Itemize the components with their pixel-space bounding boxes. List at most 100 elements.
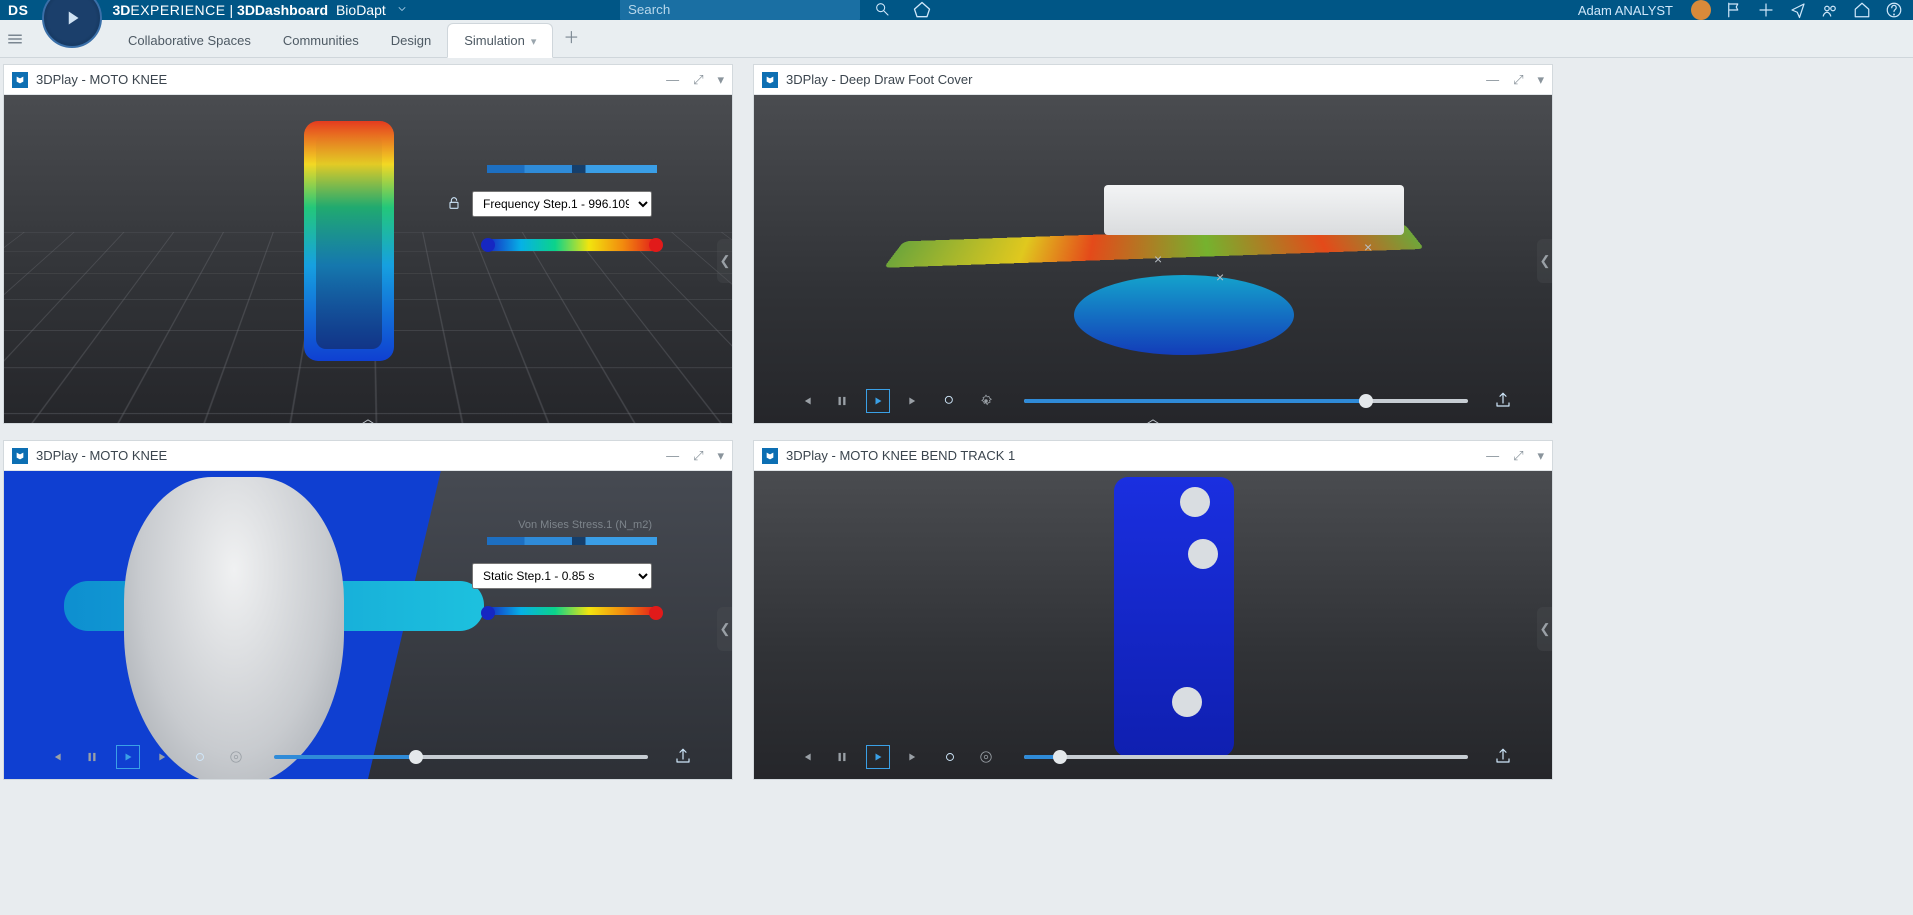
panel-menu-button[interactable]: ▾ <box>1537 72 1544 88</box>
expand-button[interactable]: ⤢ <box>693 72 703 88</box>
app-icon <box>762 72 778 88</box>
panel-moto-knee-bend: 3DPlay - MOTO KNEE BEND TRACK 1 — ⤢ ▾ <box>753 440 1553 780</box>
marker-x: × <box>1154 251 1162 267</box>
skip-forward-button[interactable] <box>902 745 926 769</box>
home-icon[interactable] <box>1853 1 1871 19</box>
pause-button[interactable] <box>830 745 854 769</box>
avatar[interactable] <box>1691 0 1711 20</box>
skip-back-button[interactable] <box>794 389 818 413</box>
bottom-handle[interactable]: ︿ <box>346 410 390 423</box>
side-handle[interactable]: ❮ <box>1537 607 1552 651</box>
expand-button[interactable]: ⤢ <box>1513 448 1523 464</box>
chevron-down-icon[interactable] <box>396 2 408 18</box>
search-icon[interactable] <box>874 1 890 20</box>
play-button[interactable] <box>866 389 890 413</box>
tab-collaborative-spaces[interactable]: Collaborative Spaces <box>112 24 267 57</box>
brand-title: 3DEXPERIENCE | 3DDashboard BioDapt <box>112 2 407 18</box>
timeline-track[interactable] <box>1024 755 1468 759</box>
pause-button[interactable] <box>830 389 854 413</box>
viewport[interactable]: ❮ <box>754 471 1552 779</box>
playback-bar <box>794 745 1512 769</box>
project-name[interactable]: BioDapt <box>336 2 386 18</box>
app-icon <box>12 72 28 88</box>
settings-button[interactable] <box>974 745 998 769</box>
segment-bar[interactable] <box>487 165 657 173</box>
minimize-button[interactable]: — <box>666 448 679 464</box>
tab-bar: Collaborative Spaces Communities Design … <box>0 20 1913 58</box>
side-handle[interactable]: ❮ <box>1537 239 1552 283</box>
user-name[interactable]: Adam ANALYST <box>1578 3 1673 18</box>
menu-icon[interactable] <box>6 30 24 51</box>
header-right: Adam ANALYST <box>1578 0 1903 20</box>
plus-icon[interactable] <box>1757 1 1775 19</box>
tab-design[interactable]: Design <box>375 24 447 57</box>
chevron-down-icon[interactable]: ▾ <box>531 36 537 48</box>
skip-back-button[interactable] <box>44 745 68 769</box>
panel-header: 3DPlay - Deep Draw Foot Cover — ⤢ ▾ <box>754 65 1552 95</box>
sim-result-label: Von Mises Stress.1 (N_m2) <box>518 519 652 531</box>
help-icon[interactable] <box>1885 1 1903 19</box>
settings-button[interactable] <box>224 745 248 769</box>
loop-button[interactable] <box>938 745 962 769</box>
viewport[interactable]: Von Mises Stress.1 (N_m2) Static Step.1 … <box>4 471 732 779</box>
export-button[interactable] <box>1494 747 1512 768</box>
loop-button[interactable] <box>188 745 212 769</box>
segment-bar[interactable] <box>487 537 657 545</box>
panel-title: 3DPlay - MOTO KNEE BEND TRACK 1 <box>786 448 1015 463</box>
color-legend[interactable] <box>487 607 657 615</box>
timeline-track[interactable] <box>274 755 648 759</box>
minimize-button[interactable]: — <box>1486 448 1499 464</box>
lock-icon[interactable] <box>446 195 462 214</box>
step-select[interactable]: Frequency Step.1 - 996.109 Hz <box>472 191 652 217</box>
side-handle[interactable]: ❮ <box>717 239 732 283</box>
panel-title: 3DPlay - MOTO KNEE <box>36 72 167 87</box>
skip-forward-button[interactable] <box>902 389 926 413</box>
color-legend[interactable] <box>487 239 657 251</box>
playback-bar <box>44 745 692 769</box>
settings-button[interactable] <box>974 389 998 413</box>
panel-menu-button[interactable]: ▾ <box>1537 448 1544 464</box>
panel-menu-button[interactable]: ▾ <box>717 448 724 464</box>
tab-simulation[interactable]: Simulation▾ <box>447 23 553 58</box>
play-button[interactable] <box>116 745 140 769</box>
export-button[interactable] <box>1494 391 1512 412</box>
ds-logo: DS <box>8 2 28 18</box>
sim-legend: Static Step.1 - 0.85 s <box>472 537 672 615</box>
skip-forward-button[interactable] <box>152 745 176 769</box>
viewport[interactable]: Frequency Step.1 - 996.109 Hz ❮ ︿ <box>4 95 732 423</box>
timeline-track[interactable] <box>1024 399 1468 403</box>
side-handle[interactable]: ❮ <box>717 607 732 651</box>
flag-icon[interactable] <box>1725 1 1743 19</box>
panel-header: 3DPlay - MOTO KNEE — ⤢ ▾ <box>4 65 732 95</box>
share-icon[interactable] <box>1789 1 1807 19</box>
panel-title: 3DPlay - MOTO KNEE <box>36 448 167 463</box>
pause-button[interactable] <box>80 745 104 769</box>
model-patella <box>124 477 344 779</box>
community-icon[interactable] <box>1821 1 1839 19</box>
panel-header: 3DPlay - MOTO KNEE — ⤢ ▾ <box>4 441 732 471</box>
bottom-handle[interactable]: ︿ <box>1131 410 1175 423</box>
sim-legend: Frequency Step.1 - 996.109 Hz <box>472 165 672 251</box>
expand-button[interactable]: ⤢ <box>1513 72 1523 88</box>
play-button[interactable] <box>866 745 890 769</box>
minimize-button[interactable]: — <box>1486 72 1499 88</box>
skip-back-button[interactable] <box>794 745 818 769</box>
panel-moto-knee-1: 3DPlay - MOTO KNEE — ⤢ ▾ Frequency Step.… <box>3 64 733 424</box>
panel-header: 3DPlay - MOTO KNEE BEND TRACK 1 — ⤢ ▾ <box>754 441 1552 471</box>
tab-communities[interactable]: Communities <box>267 24 375 57</box>
panel-deep-draw-foot: 3DPlay - Deep Draw Foot Cover — ⤢ ▾ × × … <box>753 64 1553 424</box>
loop-button[interactable] <box>938 389 962 413</box>
viewport[interactable]: × × × ❮ ︿ <box>754 95 1552 423</box>
panel-moto-knee-2: 3DPlay - MOTO KNEE — ⤢ ▾ Von Mises Stres… <box>3 440 733 780</box>
top-bar: DS 3DEXPERIENCE | 3DDashboard BioDapt Ad… <box>0 0 1913 20</box>
add-tab-button[interactable]: ＋ <box>553 15 589 57</box>
search-input[interactable] <box>620 0 860 20</box>
minimize-button[interactable]: — <box>666 72 679 88</box>
model-moto-knee <box>304 121 424 401</box>
export-button[interactable] <box>674 747 692 768</box>
step-select[interactable]: Static Step.1 - 0.85 s <box>472 563 652 589</box>
app-icon <box>12 448 28 464</box>
marker-x: × <box>1364 239 1372 255</box>
expand-button[interactable]: ⤢ <box>693 448 703 464</box>
panel-menu-button[interactable]: ▾ <box>717 72 724 88</box>
